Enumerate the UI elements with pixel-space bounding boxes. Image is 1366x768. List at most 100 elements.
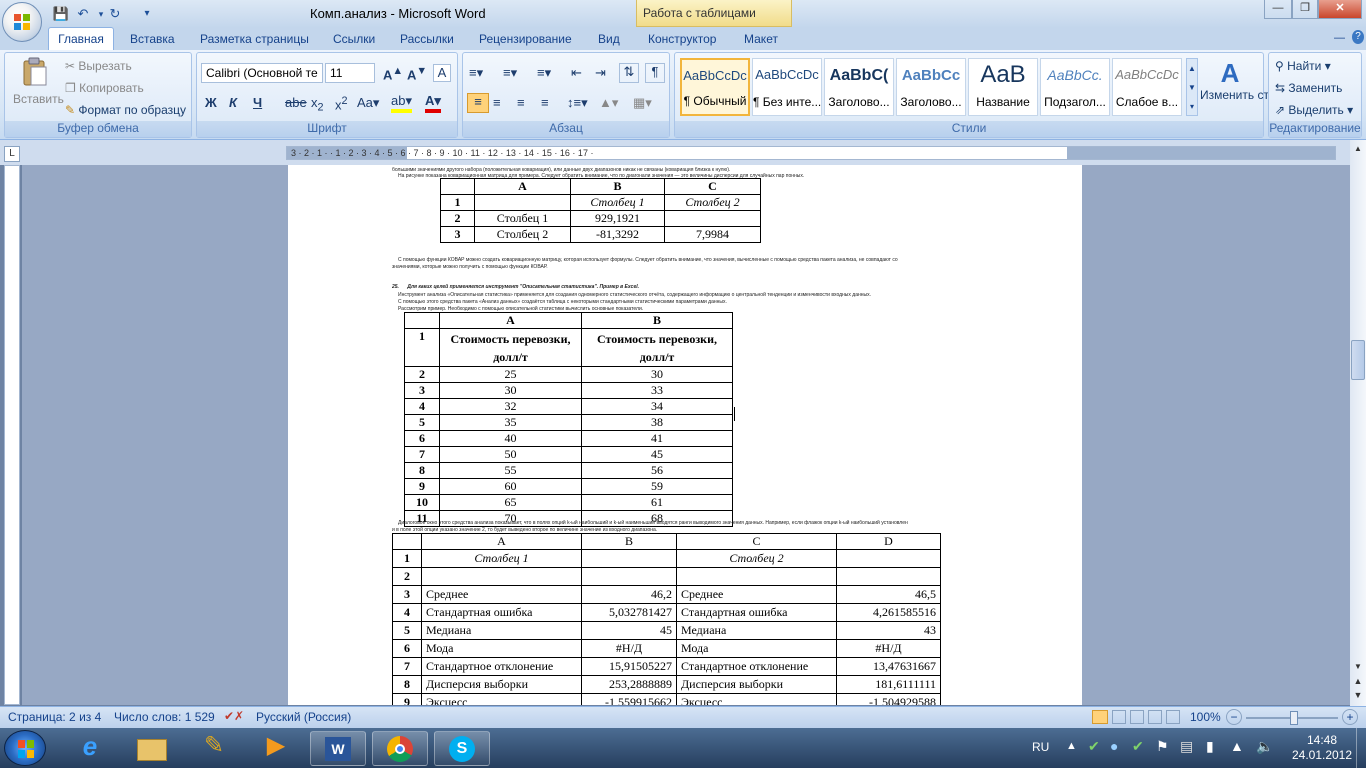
- borders-icon[interactable]: ▦▾: [633, 95, 652, 111]
- office-button[interactable]: [2, 2, 42, 42]
- align-left-icon[interactable]: ≡: [467, 93, 489, 113]
- ie-taskbar-button[interactable]: e: [62, 731, 118, 766]
- scroll-up-icon[interactable]: ▲: [1351, 142, 1365, 156]
- tab-review[interactable]: Рецензирование: [479, 30, 572, 50]
- shrink-font-icon[interactable]: A▼: [407, 65, 427, 82]
- proofing-icon[interactable]: ✔✗: [224, 709, 244, 723]
- align-center-icon[interactable]: ≡: [493, 95, 501, 110]
- scroll-down-icon[interactable]: ▼: [1351, 660, 1365, 674]
- zoom-out-icon[interactable]: −: [1226, 709, 1242, 725]
- vertical-scrollbar[interactable]: [1350, 140, 1366, 706]
- descriptive-stats-table[interactable]: ABCD 1 Столбец 1 Столбец 2 2 3 Среднее 46,2 С…: [392, 533, 941, 705]
- transport-cost-table[interactable]: AB 1 Стоимость перевозки, долл/т Стоимость…: [404, 312, 733, 527]
- copy-button[interactable]: ❐ Копировать: [65, 81, 144, 95]
- grow-font-icon[interactable]: A▲: [383, 65, 403, 82]
- sort-icon[interactable]: ⇅: [619, 63, 639, 83]
- style-heading1[interactable]: AaBbC(Заголово...: [824, 58, 894, 116]
- style-title[interactable]: AaB Название: [968, 58, 1038, 116]
- input-language[interactable]: RU: [1032, 740, 1049, 754]
- scroll-thumb[interactable]: [1351, 340, 1365, 380]
- chrome-taskbar-button[interactable]: [372, 731, 428, 766]
- shading-icon[interactable]: ▲▾: [599, 95, 618, 111]
- redo-icon[interactable]: ↻: [106, 5, 124, 23]
- paint-taskbar-button[interactable]: ✎: [186, 731, 242, 766]
- line-spacing-icon[interactable]: ↕≡▾: [567, 95, 588, 111]
- tab-view[interactable]: Вид: [598, 30, 620, 50]
- superscript-icon[interactable]: x2: [335, 95, 348, 112]
- print-layout-icon[interactable]: [1092, 710, 1108, 724]
- horizontal-ruler[interactable]: 3 · 2 · 1 · · 1 · 2 · 3 · 4 · 5 · 6 · 7 …: [286, 146, 1336, 160]
- change-case-icon[interactable]: Aa▾: [357, 95, 379, 111]
- change-styles-button[interactable]: A Изменить стили: [1200, 58, 1289, 102]
- find-button[interactable]: ⚲ Найти ▾: [1275, 59, 1331, 73]
- show-marks-icon[interactable]: ¶: [645, 63, 665, 83]
- word-taskbar-button[interactable]: W: [310, 731, 366, 766]
- align-right-icon[interactable]: ≡: [517, 95, 525, 110]
- paste-button[interactable]: Вставить: [13, 57, 64, 117]
- document-page[interactable]: большими значениями другого набора (поло…: [288, 165, 1082, 705]
- decrease-indent-icon[interactable]: ⇤: [571, 65, 582, 81]
- tab-design[interactable]: Конструктор: [648, 30, 716, 50]
- style-subtle-emphasis[interactable]: AaBbCcDc Слабое в...: [1112, 58, 1182, 116]
- explorer-taskbar-button[interactable]: [124, 731, 180, 766]
- tab-page-layout[interactable]: Разметка страницы: [200, 30, 309, 50]
- font-size-combo[interactable]: 11: [325, 63, 375, 83]
- tab-home[interactable]: Главная: [48, 27, 114, 51]
- vertical-ruler[interactable]: [4, 165, 20, 705]
- style-subtitle[interactable]: AaBbCc. Подзагол...: [1040, 58, 1110, 116]
- select-button[interactable]: ⇗ Выделить ▾: [1275, 103, 1353, 117]
- page-count[interactable]: Страница: 2 из 4: [8, 710, 101, 724]
- save-icon[interactable]: 💾: [52, 5, 70, 23]
- covariance-table[interactable]: ABC 1 Столбец 1 Столбец 2 2 Столбец 1 929,19…: [440, 178, 761, 243]
- font-color-icon[interactable]: A▾: [425, 93, 441, 113]
- styles-scroll[interactable]: ▲ ▼ ▾: [1186, 58, 1198, 116]
- network-icon[interactable]: ▤: [1180, 738, 1193, 755]
- style-normal[interactable]: AaBbCcDc ¶ Обычный: [680, 58, 750, 116]
- signal-icon[interactable]: ▲: [1230, 738, 1244, 754]
- start-button[interactable]: [4, 730, 46, 766]
- strikethrough-icon[interactable]: abe: [285, 95, 307, 110]
- replace-button[interactable]: ⇆ Заменить: [1275, 81, 1342, 95]
- qat-customize-icon[interactable]: ▾: [138, 5, 156, 23]
- media-player-taskbar-button[interactable]: ▶: [248, 731, 304, 766]
- font-name-combo[interactable]: Calibri (Основной те: [201, 63, 323, 83]
- show-desktop-button[interactable]: [1356, 728, 1366, 768]
- bullets-icon[interactable]: ≡▾: [469, 65, 483, 81]
- cut-button[interactable]: ✂ Вырезать: [65, 59, 132, 73]
- close-button[interactable]: ✕: [1318, 0, 1362, 19]
- underline-icon[interactable]: Ч: [253, 95, 262, 110]
- tab-insert[interactable]: Вставка: [130, 30, 175, 50]
- next-page-icon[interactable]: ▼: [1351, 688, 1365, 702]
- zoom-in-icon[interactable]: +: [1342, 709, 1358, 725]
- tray-skype-icon[interactable]: ●: [1110, 738, 1118, 754]
- battery-icon[interactable]: ▮: [1206, 738, 1214, 755]
- increase-indent-icon[interactable]: ⇥: [595, 65, 606, 81]
- language[interactable]: Русский (Россия): [256, 710, 351, 724]
- full-screen-icon[interactable]: [1112, 710, 1126, 724]
- clear-format-icon[interactable]: A: [433, 64, 451, 82]
- tab-mailings[interactable]: Рассылки: [400, 30, 454, 50]
- tab-selector[interactable]: L: [4, 146, 20, 162]
- tab-layout[interactable]: Макет: [744, 30, 778, 50]
- numbering-icon[interactable]: ≡▾: [503, 65, 517, 81]
- minimize-button[interactable]: —: [1264, 0, 1292, 19]
- help-icon[interactable]: ?: [1352, 30, 1364, 44]
- web-layout-icon[interactable]: [1130, 710, 1144, 724]
- tray-expand-icon[interactable]: ▲: [1066, 740, 1077, 752]
- format-painter-button[interactable]: ✎ Формат по образцу: [65, 103, 186, 117]
- clock[interactable]: 14:48 24.01.2012: [1290, 733, 1354, 763]
- outline-icon[interactable]: [1148, 710, 1162, 724]
- style-no-spacing[interactable]: AaBbCcDc ¶ Без инте...: [752, 58, 822, 116]
- prev-page-icon[interactable]: ▲: [1351, 674, 1365, 688]
- tray-sync-icon[interactable]: ✔: [1132, 738, 1144, 755]
- draft-icon[interactable]: [1166, 710, 1180, 724]
- minimize-ribbon-icon[interactable]: —: [1334, 32, 1345, 44]
- zoom-thumb[interactable]: [1290, 711, 1298, 725]
- bold-icon[interactable]: Ж: [205, 95, 217, 110]
- style-heading2[interactable]: AaBbCc Заголово...: [896, 58, 966, 116]
- highlight-icon[interactable]: ab▾: [391, 93, 412, 113]
- italic-icon[interactable]: К: [229, 95, 237, 110]
- action-center-icon[interactable]: ⚑: [1156, 738, 1169, 755]
- tab-references[interactable]: Ссылки: [333, 30, 375, 50]
- undo-icon[interactable]: ↶: [74, 5, 92, 23]
